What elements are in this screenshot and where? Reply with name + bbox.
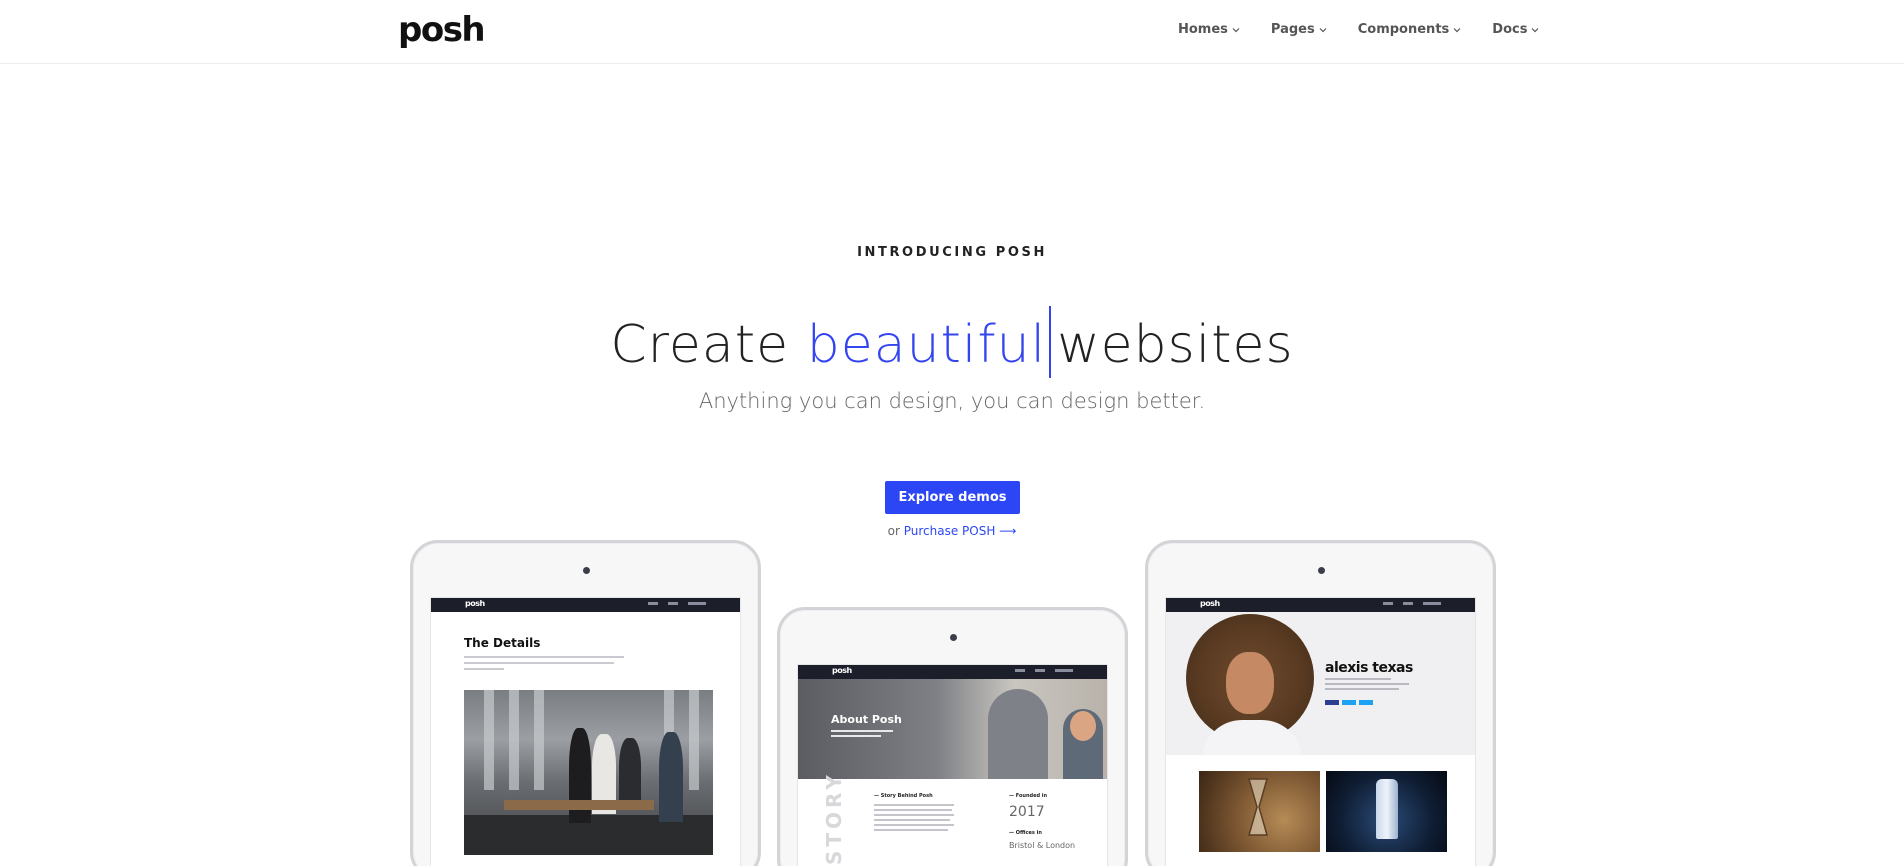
- nav-item-docs[interactable]: Docs: [1492, 22, 1540, 37]
- camera-dot: [1317, 567, 1325, 574]
- hero-eyebrow: INTRODUCING POSH: [857, 245, 1047, 260]
- preview-title: The Details: [464, 636, 541, 650]
- arrow-right-icon: ⟶: [999, 524, 1017, 538]
- founded-column: — Founded in 2017 — Offices in Bristol &…: [1009, 793, 1075, 850]
- purchase-link-label: Purchase POSH: [903, 524, 996, 538]
- tablet-preview-portfolio: posh alexis texas: [1145, 540, 1496, 866]
- tablet-preview-details: posh The Details: [410, 540, 761, 866]
- hero-subhead: Anything you can design, you can design …: [698, 389, 1206, 413]
- mini-logo: posh: [465, 599, 485, 608]
- nav-item-label: Homes: [1178, 22, 1228, 37]
- chevron-down-icon: [1452, 25, 1462, 35]
- explore-demos-button[interactable]: Explore demos: [885, 481, 1020, 514]
- hourglass-photo: [1199, 771, 1320, 852]
- nav-item-pages[interactable]: Pages: [1271, 22, 1328, 37]
- founded-heading: — Founded in: [1009, 793, 1048, 799]
- chevron-down-icon: [1231, 25, 1241, 35]
- about-hero-image: About Posh: [798, 679, 1107, 779]
- mini-navbar: posh: [431, 598, 740, 612]
- brand-logo[interactable]: posh: [398, 10, 486, 50]
- mini-logo: posh: [1200, 599, 1220, 608]
- founded-year: 2017: [1009, 804, 1045, 820]
- main-menu: Homes Pages Components Docs: [1178, 22, 1570, 37]
- camera-dot: [582, 567, 590, 574]
- nav-item-components[interactable]: Components: [1358, 22, 1463, 37]
- tablet-screen: posh About Posh STORY — Story Behind Pos…: [797, 664, 1108, 866]
- story-heading: — Story Behind Posh: [874, 793, 933, 799]
- chevron-down-icon: [1530, 25, 1540, 35]
- top-navbar: posh Homes Pages Components Docs: [0, 0, 1904, 64]
- chevron-down-icon: [1318, 25, 1328, 35]
- tablet-preview-about: posh About Posh STORY — Story Behind Pos…: [777, 607, 1128, 866]
- purchase-posh-link[interactable]: Purchase POSH ⟶: [904, 524, 1017, 538]
- preview-text-lines: [464, 656, 624, 674]
- portfolio-hero: alexis texas: [1166, 612, 1475, 755]
- headline-text-after: websites: [1057, 315, 1294, 375]
- typing-caret: [1049, 306, 1052, 378]
- headline-text-before: Create: [610, 315, 790, 375]
- mini-navbar: posh: [798, 665, 1107, 679]
- story-vertical-text: STORY: [822, 771, 846, 865]
- nav-item-label: Components: [1357, 22, 1450, 37]
- story-column: — Story Behind Posh: [874, 793, 954, 834]
- purchase-line: or Purchase POSH ⟶: [0, 524, 1904, 538]
- about-title: About Posh: [831, 713, 902, 726]
- offices-place: Bristol & London: [1009, 841, 1076, 850]
- mini-logo: posh: [832, 666, 852, 675]
- portfolio-name: alexis texas: [1325, 660, 1413, 676]
- headline-accent-word: beautiful: [806, 315, 1047, 375]
- offices-heading: — Offices in: [1009, 830, 1042, 836]
- office-team-photo: [464, 690, 713, 855]
- camera-dot: [949, 634, 957, 641]
- tablet-screen: posh The Details: [430, 597, 741, 866]
- nav-item-homes[interactable]: Homes: [1178, 22, 1241, 37]
- nav-item-label: Pages: [1270, 22, 1315, 37]
- mini-navbar: posh: [1166, 598, 1475, 612]
- tablet-screen: posh alexis texas: [1165, 597, 1476, 866]
- hero-headline: Create beautiful websites: [0, 306, 1904, 378]
- nav-item-label: Docs: [1492, 22, 1528, 37]
- purchase-prefix: or: [887, 524, 900, 538]
- bottle-photo: [1326, 771, 1447, 852]
